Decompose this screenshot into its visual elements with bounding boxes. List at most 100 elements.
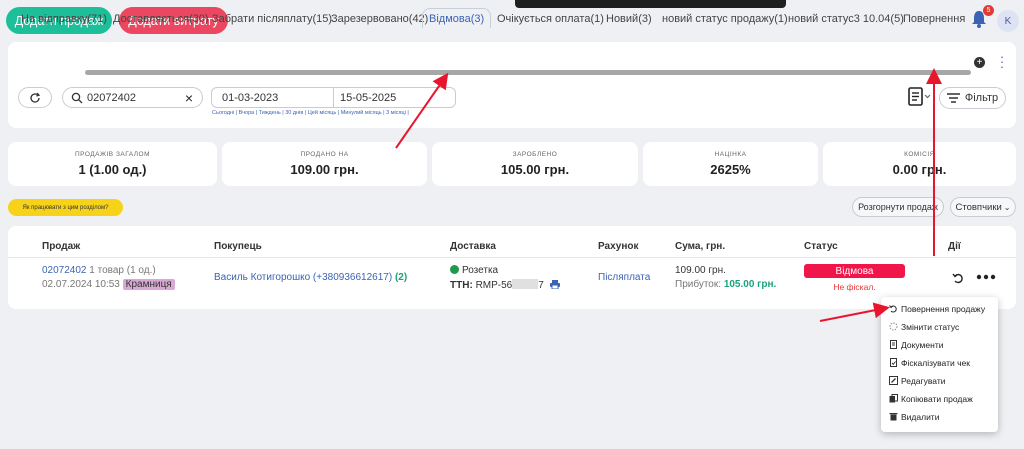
stat-value: 109.00 грн.: [290, 162, 359, 177]
col-delivery: Доставка: [450, 241, 496, 252]
menu-change-status[interactable]: Змінити статус: [889, 320, 959, 333]
undo-icon: [889, 305, 897, 313]
tab-reserved[interactable]: Зарезервовано(42): [331, 10, 428, 28]
col-status: Статус: [804, 241, 838, 252]
stat-value: 2625%: [710, 162, 751, 177]
date-range: 01-03-2023 15-05-2025: [211, 87, 456, 108]
stat-label: КОМІСІЯ: [904, 151, 935, 158]
tab-delivering[interactable]: Доставляється(30): [113, 10, 209, 28]
trash-icon: [889, 413, 898, 421]
export-document-icon[interactable]: [906, 86, 932, 108]
tab-returns[interactable]: Повернення: [903, 10, 965, 28]
tab-new-sale-status[interactable]: новий статус продажу(1): [662, 10, 788, 28]
arrow-to-return-menu-item: [819, 302, 890, 322]
tabs-more-icon[interactable]: · · ·: [999, 50, 1005, 73]
menu-label: Видалити: [901, 411, 940, 422]
menu-edit[interactable]: Редагувати: [889, 374, 945, 387]
fiscal-status: Не фіскал.: [833, 282, 876, 292]
status-badge[interactable]: Відмова: [804, 264, 905, 278]
expand-sale-button[interactable]: Розгорнути продаж: [852, 197, 944, 217]
menu-copy-sale[interactable]: Копіювати продаж: [889, 392, 973, 405]
col-amount: Сума, грн.: [675, 241, 726, 252]
receipt-icon: [890, 358, 897, 367]
menu-fiscalize[interactable]: Фіскалізувати чек: [889, 356, 970, 369]
menu-return-sale[interactable]: Повернення продажу: [889, 302, 985, 315]
profit-cell: Прибуток: 105.00 грн.: [675, 279, 776, 290]
search-input[interactable]: [87, 91, 177, 105]
add-status-icon[interactable]: +: [974, 57, 985, 68]
stat-label: ЗАРОБЛЕНО: [512, 151, 558, 158]
document-icon: [890, 340, 897, 349]
edit-icon: [889, 376, 898, 385]
sale-id-link[interactable]: 02072402: [42, 265, 87, 276]
tab-pickup-cod[interactable]: Забрати післяплату(15): [212, 10, 332, 28]
refresh-button[interactable]: [18, 87, 52, 108]
columns-label: Стовпчики: [955, 201, 1002, 213]
date-from-field[interactable]: 01-03-2023: [222, 92, 278, 104]
menu-label: Редагувати: [901, 375, 946, 386]
date-to-field[interactable]: 15-05-2025: [340, 92, 396, 104]
col-sale: Продаж: [42, 241, 81, 252]
ttn-suffix: 7: [538, 280, 544, 291]
search-icon: [71, 92, 83, 104]
menu-label: Повернення продажу: [901, 303, 986, 314]
filter-icon: [946, 93, 960, 103]
print-icon[interactable]: [549, 280, 560, 290]
col-buyer: Покупець: [214, 241, 262, 252]
shop-badge: Крамниця: [122, 279, 175, 290]
refresh-icon: [30, 92, 41, 103]
tab-new-status3[interactable]: новий статус3 10.04(5): [788, 10, 904, 28]
ttn-masked: [512, 279, 539, 289]
filter-label: Фільтр: [964, 92, 999, 104]
header-divider: [8, 257, 1016, 258]
quick-date-links[interactable]: Сьогодні | Вчора | Тиждень | 30 днів | Ц…: [212, 110, 409, 116]
col-actions: Дії: [948, 241, 961, 252]
menu-label: Фіскалізувати чек: [901, 357, 970, 368]
profit-value: 105.00 грн.: [723, 279, 777, 290]
ttn-cell: ТТН: RMP-56 7: [450, 279, 560, 291]
buyer-link[interactable]: Василь Котигорошко (+380936612617): [214, 272, 392, 283]
menu-label: Змінити статус: [901, 321, 960, 332]
status-icon: [889, 322, 898, 331]
sale-items: 1 товар (1 од.): [89, 265, 156, 276]
actions-menu: Повернення продажу Змінити статус Докуме…: [881, 297, 998, 432]
amount-value: 109.00 грн.: [675, 265, 726, 276]
menu-label: Копіювати продаж: [901, 393, 973, 404]
menu-documents[interactable]: Документи: [889, 338, 943, 351]
tab-awaiting-payment[interactable]: Очікується оплата(1): [497, 10, 604, 28]
tabs-scrollbar[interactable]: [85, 70, 971, 75]
delivery-method: Розетка: [450, 265, 498, 276]
delivery-method-label: Розетка: [462, 265, 499, 276]
col-account: Рахунок: [598, 241, 639, 252]
stat-label: ПРОДАНО НА: [300, 151, 349, 158]
stat-commission: КОМІСІЯ 0.00 грн.: [823, 142, 1016, 186]
tab-refused[interactable]: Відмова(3): [422, 8, 492, 28]
stat-sales-total: ПРОДАЖІВ ЗАГАЛОМ 1 (1.00 од.): [8, 142, 217, 186]
return-icon[interactable]: [952, 272, 964, 284]
chevron-down-icon: ⌄: [1003, 202, 1011, 212]
ttn-prefix: RMP-56: [475, 280, 513, 291]
stat-value: 105.00 грн.: [500, 162, 570, 177]
columns-button[interactable]: Стовпчики ⌄: [950, 197, 1016, 217]
rozetka-icon: [450, 265, 459, 274]
tab-to-ship[interactable]: На відправку(71): [21, 10, 107, 28]
tab-new[interactable]: Новий(3): [606, 10, 652, 28]
more-actions-icon[interactable]: [975, 271, 997, 283]
stat-value: 1 (1.00 од.): [78, 162, 147, 177]
search-field: ×: [62, 87, 203, 108]
stat-label: ПРОДАЖІВ ЗАГАЛОМ: [74, 151, 151, 158]
sale-meta: 02.07.2024 10:53 Крамниця: [42, 279, 175, 290]
stat-earned: ЗАРОБЛЕНО 105.00 грн.: [432, 142, 638, 186]
account-link[interactable]: Післяплата: [598, 272, 650, 283]
stat-label: НАЦІНКА: [714, 151, 747, 158]
filter-button[interactable]: Фільтр: [939, 87, 1006, 109]
sale-datetime: 02.07.2024 10:53: [42, 279, 120, 290]
menu-delete[interactable]: Видалити: [889, 410, 939, 423]
buyer-orders-count: (2): [394, 272, 408, 283]
menu-label: Документи: [901, 339, 944, 350]
avatar[interactable]: K: [997, 10, 1019, 32]
buyer-cell: Василь Котигорошко (+380936612617) (2): [214, 272, 407, 283]
notification-badge: 5: [983, 5, 994, 16]
help-button[interactable]: Як працювати з цим розділом?: [8, 199, 123, 216]
clear-icon[interactable]: ×: [182, 91, 196, 105]
